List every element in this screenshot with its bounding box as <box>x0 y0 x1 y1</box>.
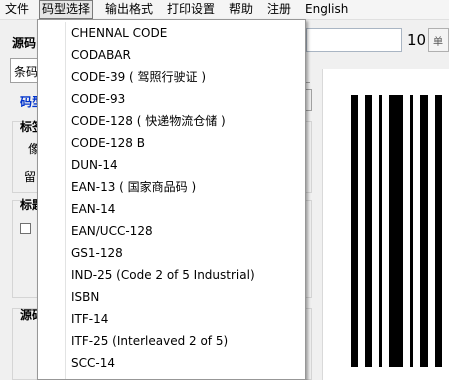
menu-file[interactable]: 文件 <box>3 0 31 19</box>
menu-item-code-128[interactable]: CODE-128 ( 快递物流仓储 ) <box>71 110 226 132</box>
menu-item-itf-14[interactable]: ITF-14 <box>71 308 108 330</box>
menu-barcode-type[interactable]: 码型选择 <box>39 0 94 19</box>
menu-print-settings[interactable]: 打印设置 <box>165 0 217 19</box>
menu-item-scc-14[interactable]: SCC-14 <box>71 352 115 374</box>
label-group-text-2: 留 <box>24 170 37 184</box>
menu-help[interactable]: 帮助 <box>227 0 255 19</box>
menu-item-code-39[interactable]: CODE-39 ( 驾照行驶证 ) <box>71 66 206 88</box>
barcode-bar <box>389 95 403 367</box>
title-checkbox[interactable] <box>20 223 31 234</box>
menu-item-code-128-b[interactable]: CODE-128 B <box>71 132 145 154</box>
menu-item-gs1-128[interactable]: GS1-128 <box>71 242 123 264</box>
menu-item-ean-ucc-128[interactable]: EAN/UCC-128 <box>71 220 153 242</box>
barcode-bar <box>420 95 428 367</box>
menu-item-dun-14[interactable]: DUN-14 <box>71 154 118 176</box>
barcode-preview <box>322 69 449 380</box>
menu-output-format[interactable]: 输出格式 <box>103 0 155 19</box>
menu-bar: 文件 码型选择 输出格式 打印设置 帮助 注册 English <box>0 0 449 20</box>
barcode-bar <box>379 95 382 367</box>
menu-item-ean-13[interactable]: EAN-13 ( 国家商品码 ) <box>71 176 196 198</box>
barcode-bar <box>365 95 372 367</box>
unit-button[interactable]: 单 <box>428 28 449 52</box>
menu-item-isbn[interactable]: ISBN <box>71 286 99 308</box>
menu-item-ind-25[interactable]: IND-25 (Code 2 of 5 Industrial) <box>71 264 255 286</box>
menu-item-ean-14[interactable]: EAN-14 <box>71 198 115 220</box>
source-code-input[interactable] <box>306 28 402 52</box>
menu-item-codabar[interactable]: CODABAR <box>71 44 131 66</box>
menu-english[interactable]: English <box>303 0 350 19</box>
source-code-label: 源码 <box>12 36 37 50</box>
menu-item-code-93[interactable]: CODE-93 <box>71 88 125 110</box>
menu-register[interactable]: 注册 <box>265 0 293 19</box>
menu-gutter-divider <box>65 22 66 379</box>
barcode-bar <box>410 95 413 367</box>
unit-button-label: 单 <box>433 37 443 48</box>
menu-item-chennal-code[interactable]: CHENNAL CODE <box>71 22 167 44</box>
barcode-type-menu: CHENNAL CODE CODABAR CODE-39 ( 驾照行驶证 ) C… <box>37 19 306 380</box>
barcode-bar <box>435 95 442 367</box>
barcode-bar <box>351 95 358 367</box>
size-value: 10 <box>407 31 427 49</box>
menu-item-itf-25[interactable]: ITF-25 (Interleaved 2 of 5) <box>71 330 228 352</box>
tab-barcode-label: 条码 <box>14 65 39 79</box>
